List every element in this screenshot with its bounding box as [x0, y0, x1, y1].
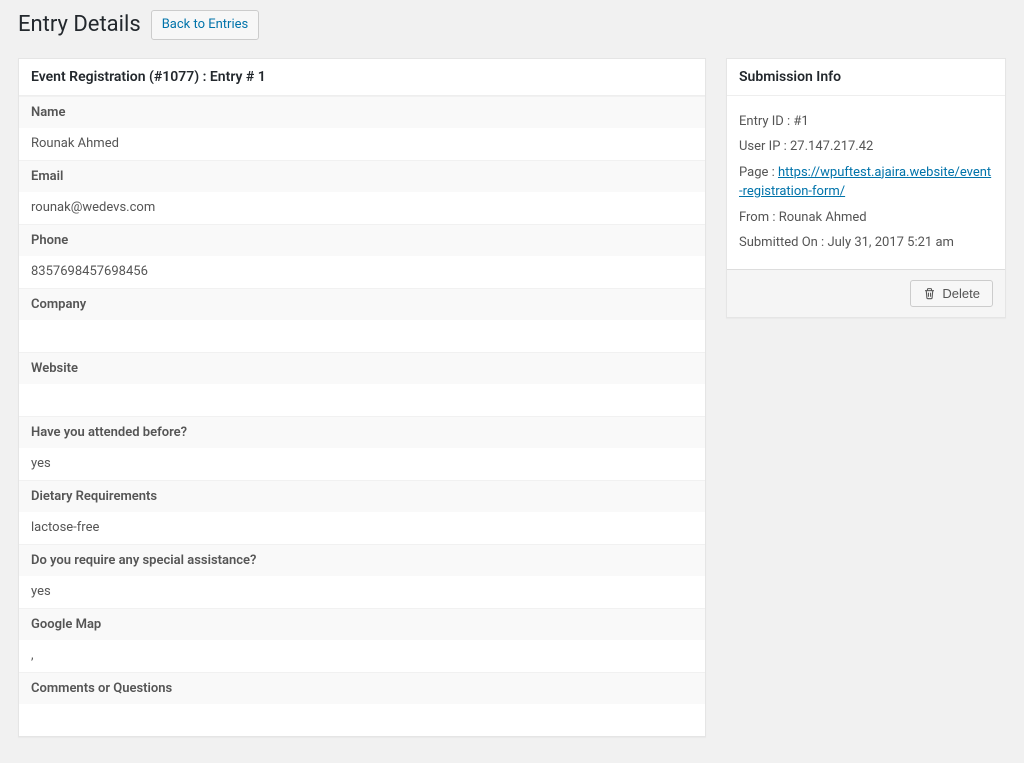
user-ip-label: User IP : [739, 139, 790, 154]
page-row: Page : https://wpuftest.ajaira.website/e… [739, 163, 993, 202]
field-label: Have you attended before? [19, 416, 705, 448]
submission-info-box: Submission Info Entry ID : #1 User IP : … [726, 58, 1006, 318]
field-value: rounak@wedevs.com [19, 192, 705, 224]
trash-icon [923, 287, 936, 300]
field-value: yes [19, 448, 705, 480]
submitted-value: July 31, 2017 5:21 am [827, 235, 953, 250]
fields-container: NameRounak AhmedEmailrounak@wedevs.comPh… [19, 96, 705, 736]
field-value [19, 320, 705, 352]
field-value: Rounak Ahmed [19, 128, 705, 160]
submission-info-footer: Delete [727, 269, 1005, 317]
back-to-entries-button[interactable]: Back to Entries [151, 10, 260, 40]
field-label: Email [19, 160, 705, 192]
field-value [19, 704, 705, 736]
field-label: Website [19, 352, 705, 384]
field-value: yes [19, 576, 705, 608]
from-row: From : Rounak Ahmed [739, 208, 993, 228]
entry-id-value: #1 [793, 114, 808, 129]
from-value: Rounak Ahmed [779, 210, 867, 225]
page-title: Entry Details [18, 12, 141, 37]
field-label: Google Map [19, 608, 705, 640]
field-value: , [19, 640, 705, 672]
submitted-label: Submitted On : [739, 235, 827, 250]
entry-box-title: Event Registration (#1077) : Entry # 1 [19, 59, 705, 96]
from-label: From : [739, 210, 779, 225]
field-label: Dietary Requirements [19, 480, 705, 512]
field-value [19, 384, 705, 416]
user-ip-value: 27.147.217.42 [790, 139, 873, 154]
delete-button-label: Delete [942, 286, 980, 301]
entry-id-label: Entry ID : [739, 114, 793, 129]
delete-button[interactable]: Delete [910, 280, 993, 307]
entry-id-row: Entry ID : #1 [739, 112, 993, 132]
field-label: Do you require any special assistance? [19, 544, 705, 576]
submission-info-body: Entry ID : #1 User IP : 27.147.217.42 Pa… [727, 96, 1005, 269]
field-label: Name [19, 96, 705, 128]
field-value: 8357698457698456 [19, 256, 705, 288]
field-label: Company [19, 288, 705, 320]
page-header: Entry Details Back to Entries [18, 10, 1006, 40]
field-label: Comments or Questions [19, 672, 705, 704]
entry-details-box: Event Registration (#1077) : Entry # 1 N… [18, 58, 706, 737]
submission-info-title: Submission Info [727, 59, 1005, 96]
field-value: lactose-free [19, 512, 705, 544]
field-label: Phone [19, 224, 705, 256]
page-label: Page : [739, 165, 778, 180]
user-ip-row: User IP : 27.147.217.42 [739, 137, 993, 157]
submitted-row: Submitted On : July 31, 2017 5:21 am [739, 233, 993, 253]
